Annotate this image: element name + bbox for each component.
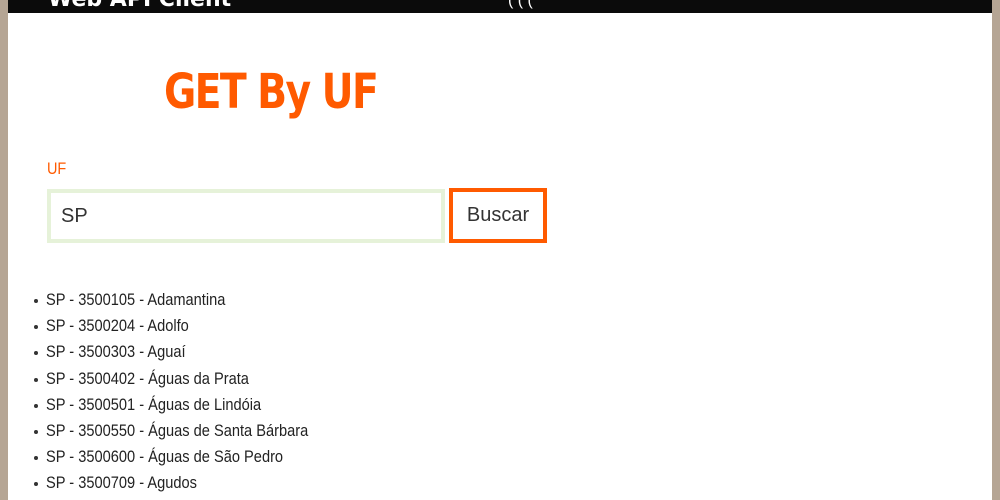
list-item: SP - 3500600 - Águas de São Pedro (8, 444, 351, 470)
list-item-label: SP - 3500402 - Águas da Prata (46, 368, 249, 388)
bullet-icon (34, 403, 38, 408)
bullet-icon (34, 429, 38, 434)
uf-label: UF (47, 159, 67, 178)
list-item-label: SP - 3500105 - Adamantina (46, 290, 226, 309)
list-item: SP - 3500501 - Águas de Lindóia (8, 392, 351, 418)
list-item: SP - 3500303 - Aguaí (8, 339, 351, 365)
app-window: Web API Client ( ( ( GET By UF UF Buscar… (8, 0, 992, 500)
bullet-icon (34, 325, 38, 330)
bullet-icon (34, 482, 38, 487)
list-item: SP - 3500709 - Agudos (8, 470, 351, 496)
navbar-links[interactable]: ( ( ( (508, 0, 533, 12)
brand-title[interactable]: Web API Client (48, 0, 231, 11)
list-item-label: SP - 3500550 - Águas de Santa Bárbara (46, 420, 309, 440)
page-title: GET By UF (164, 64, 379, 120)
list-item: SP - 3500105 - Adamantina (8, 287, 351, 313)
bullet-icon (34, 377, 38, 382)
list-item-label: SP - 3500204 - Adolfo (46, 316, 189, 336)
bullet-icon (34, 351, 38, 356)
bullet-icon (34, 299, 38, 303)
uf-input[interactable] (47, 189, 445, 243)
list-item-label: SP - 3500600 - Águas de São Pedro (46, 447, 284, 467)
list-item-label: SP - 3500709 - Agudos (46, 473, 197, 493)
list-item-label: SP - 3500303 - Aguaí (46, 342, 186, 362)
top-navbar: Web API Client ( ( ( (8, 0, 992, 13)
list-item: SP - 3500402 - Águas da Prata (8, 366, 351, 392)
results-list: SP - 3500105 - Adamantina SP - 3500204 - … (8, 287, 351, 497)
list-item-label: SP - 3500501 - Águas de Lindóia (46, 394, 262, 414)
list-item: SP - 3500204 - Adolfo (8, 313, 351, 339)
list-item: SP - 3500550 - Águas de Santa Bárbara (8, 418, 351, 444)
bullet-icon (34, 456, 38, 461)
buscar-button[interactable]: Buscar (449, 188, 547, 243)
